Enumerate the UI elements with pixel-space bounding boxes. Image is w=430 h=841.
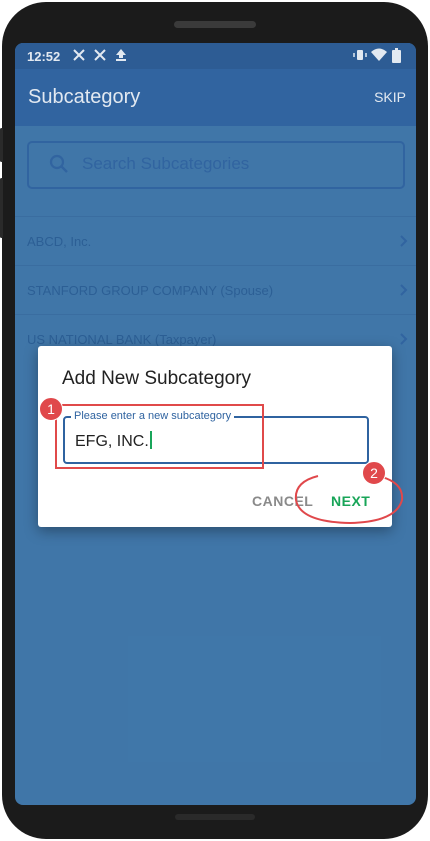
dialog-title: Add New Subcategory (62, 368, 252, 389)
callout-badge-2: 2 (362, 461, 386, 485)
callout-highlight-input (55, 404, 264, 469)
volume-button (0, 178, 3, 238)
callout-badge-1: 1 (39, 397, 63, 421)
callout-circle-next (294, 475, 404, 525)
earpiece-speaker (174, 21, 256, 28)
home-indicator (175, 814, 255, 820)
side-button (0, 128, 3, 162)
